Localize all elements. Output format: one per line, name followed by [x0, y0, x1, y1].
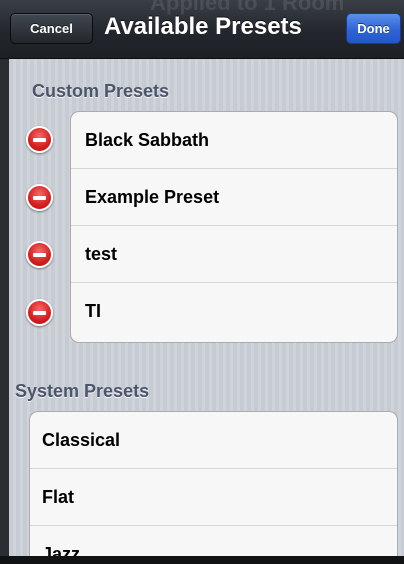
list-item-label: Flat	[42, 486, 75, 507]
list-item-flat[interactable]: Flat	[30, 469, 397, 526]
list-item-test[interactable]: test	[71, 226, 397, 283]
list-item-label: Classical	[42, 429, 121, 450]
custom-presets-group: Black Sabbath Example Preset test TI	[70, 111, 398, 343]
presets-list[interactable]: Custom Presets Black Sabbath Example Pre…	[9, 59, 404, 556]
list-item-jazz[interactable]: Jazz	[30, 526, 397, 556]
list-item-label: TI	[85, 301, 101, 321]
cancel-button[interactable]: Cancel	[10, 13, 93, 44]
delete-minus-icon[interactable]	[26, 241, 53, 268]
list-item-label: Black Sabbath	[85, 129, 210, 150]
app-window: Applied to 1 Room Cancel Available Prese…	[0, 0, 404, 564]
list-item-black-sabbath[interactable]: Black Sabbath	[71, 112, 397, 169]
delete-minus-icon[interactable]	[26, 184, 53, 211]
list-item-label: Example Preset	[85, 186, 220, 207]
page-title: Available Presets	[104, 13, 302, 40]
delete-minus-icon[interactable]	[26, 299, 53, 326]
list-item-ti[interactable]: TI	[71, 283, 397, 340]
list-item-example-preset[interactable]: Example Preset	[71, 169, 397, 226]
bottom-edge	[0, 556, 404, 564]
navigation-bar: Applied to 1 Room Cancel Available Prese…	[0, 0, 404, 59]
system-presets-group: Classical Flat Jazz	[29, 411, 398, 556]
custom-presets-header: Custom Presets	[32, 81, 170, 101]
list-item-label: test	[85, 243, 118, 264]
list-item-label: Jazz	[42, 544, 81, 556]
system-presets-header: System Presets	[15, 381, 150, 401]
delete-minus-icon[interactable]	[26, 126, 53, 153]
done-button[interactable]: Done	[346, 13, 401, 44]
left-edge	[0, 0, 9, 564]
list-item-classical[interactable]: Classical	[30, 412, 397, 469]
